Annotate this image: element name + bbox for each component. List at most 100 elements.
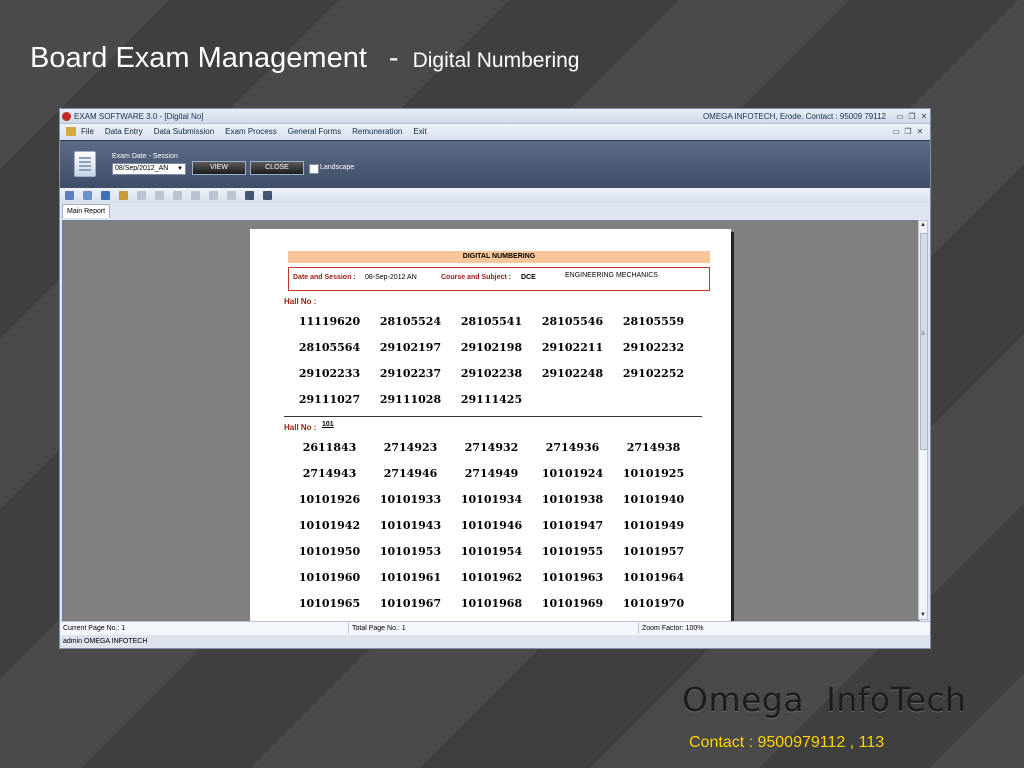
hall-number-cell: 29102252 [622, 367, 685, 380]
session-label: Exam Date - Session [112, 153, 178, 160]
zoom-status: Zoom Factor: 100% [642, 625, 704, 632]
hall-number-cell: 28105564 [298, 341, 361, 354]
stop-icon[interactable] [227, 191, 236, 200]
hall-number-cell: 10101940 [622, 493, 685, 506]
current-page-status: Current Page No.: 1 [63, 625, 126, 632]
report-heading: DIGITAL NUMBERING [288, 251, 710, 263]
date-session-value: 08-Sep-2012 AN [365, 274, 417, 281]
mdi-close-icon[interactable]: ✕ [914, 127, 926, 136]
find-icon[interactable] [245, 191, 254, 200]
hall-number-cell: 2714932 [464, 441, 519, 454]
hall-number-cell: 29102237 [379, 367, 442, 380]
hall-number-cell: 10101964 [622, 571, 685, 584]
hall-number-cell: 2714923 [383, 441, 438, 454]
hall-number-cell: 29102248 [541, 367, 604, 380]
scrollbar-thumb[interactable] [920, 233, 928, 450]
zoom-icon[interactable] [263, 191, 272, 200]
vertical-scrollbar[interactable]: ▲ ≡ ▼ [918, 220, 928, 620]
window-contact: OMEGA INFOTECH, Erode. Contact : 95009 7… [702, 111, 886, 121]
tab-main-report[interactable]: Main Report [62, 204, 111, 218]
next-page-icon[interactable] [173, 191, 182, 200]
brand-name: Omega InfoTech [682, 680, 967, 719]
hall-number-cell: 10101946 [460, 519, 523, 532]
mdi-minimize-icon[interactable]: ▭ [890, 127, 902, 136]
hall-number-cell: 10101963 [541, 571, 604, 584]
scroll-down-icon[interactable]: ▼ [919, 612, 927, 618]
goto-page-icon[interactable] [209, 191, 218, 200]
user-bar: admin OMEGA INFOTECH [60, 635, 930, 648]
hall-number-cell: 10101969 [541, 597, 604, 610]
hall-numbers-grid: 11119620 28105524 28105541 28105546 28105559… [289, 315, 699, 419]
slide-title-separator: - [388, 42, 399, 74]
hall-number-cell: 10101960 [298, 571, 361, 584]
hall-number-cell: 10101925 [622, 467, 685, 480]
slide-title-sub: Digital Numbering [412, 49, 580, 72]
report-info-box: Date and Session : 08-Sep-2012 AN Course… [288, 267, 710, 291]
status-divider [348, 623, 349, 634]
course-subject-label: Course and Subject : [441, 274, 512, 281]
hall-number-cell: 2611843 [302, 441, 357, 454]
hall-number-cell: 29102198 [460, 341, 523, 354]
close-icon[interactable]: ✕ [918, 112, 930, 121]
scroll-up-icon[interactable]: ▲ [919, 222, 927, 228]
hall-number-cell: 10101934 [460, 493, 523, 506]
report-viewer: DIGITAL NUMBERING Date and Session : 08-… [62, 220, 920, 622]
close-button[interactable]: CLOSE [250, 161, 304, 175]
hall-number-cell: 10101924 [541, 467, 604, 480]
hall-number-cell: 10101968 [460, 597, 523, 610]
subject-name: ENGINEERING MECHANICS [565, 272, 658, 279]
menu-file[interactable]: File [81, 127, 94, 136]
contact-line: Contact : 9500979112 , 113 [689, 734, 885, 751]
hall-number-cell: 10101965 [298, 597, 361, 610]
print-icon[interactable] [83, 191, 92, 200]
session-panel: Exam Date - Session 08/Sep/2012_AN ▼ VIE… [60, 140, 930, 188]
hall-number-cell: 10101954 [460, 545, 523, 558]
menu-general-forms[interactable]: General Forms [288, 127, 341, 136]
hall-number-cell: 2714938 [626, 441, 681, 454]
minimize-icon[interactable]: ▭ [894, 112, 906, 121]
session-select[interactable]: 08/Sep/2012_AN ▼ [112, 163, 186, 175]
hall-number-cell: 10101947 [541, 519, 604, 532]
status-bar: Current Page No.: 1 Total Page No.: 1 Zo… [60, 621, 930, 635]
mdi-restore-icon[interactable]: ❐ [902, 127, 914, 136]
tree-icon[interactable] [119, 191, 128, 200]
hall-number-cell: 10101955 [541, 545, 604, 558]
menu-remuneration[interactable]: Remuneration [352, 127, 402, 136]
first-page-icon[interactable] [137, 191, 146, 200]
menu-data-entry[interactable]: Data Entry [105, 127, 143, 136]
hall-number-cell: 10101943 [379, 519, 442, 532]
hall-number-cell: 10101950 [298, 545, 361, 558]
hall-number-cell: 10101942 [298, 519, 361, 532]
hall-number-cell: 10101953 [379, 545, 442, 558]
hall-label: Hall No : [284, 423, 317, 432]
hall-number-cell: 10101933 [379, 493, 442, 506]
landscape-checkbox[interactable] [309, 164, 319, 174]
hall-divider [284, 416, 702, 417]
slide-title-main: Board Exam Management [30, 42, 367, 74]
menu-data-submission[interactable]: Data Submission [154, 127, 214, 136]
report-page: DIGITAL NUMBERING Date and Session : 08-… [250, 229, 731, 621]
last-page-icon[interactable] [191, 191, 200, 200]
hall-number-cell: 10101961 [379, 571, 442, 584]
menu-bar: File Data Entry Data Submission Exam Pro… [60, 124, 930, 139]
restore-icon[interactable]: ❐ [906, 112, 918, 121]
window-title: EXAM SOFTWARE 3.0 - [Digital No] [74, 111, 204, 121]
hall-number-cell: 29102197 [379, 341, 442, 354]
refresh-icon[interactable] [101, 191, 110, 200]
hall-number-cell: 10101970 [622, 597, 685, 610]
previous-page-icon[interactable] [155, 191, 164, 200]
hall-number-cell: 29102232 [622, 341, 685, 354]
report-toolbar [60, 188, 930, 203]
view-button[interactable]: VIEW [192, 161, 246, 175]
hall-number-cell: 10101938 [541, 493, 604, 506]
export-icon[interactable] [65, 191, 74, 200]
menu-exam-process[interactable]: Exam Process [225, 127, 277, 136]
chevron-down-icon: ▼ [177, 166, 183, 172]
hall-number-cell: 10101949 [622, 519, 685, 532]
tab-bar: Main Report [60, 204, 930, 218]
menu-exit[interactable]: Exit [413, 127, 426, 136]
hall-number-cell: 2714943 [302, 467, 357, 480]
session-select-value: 08/Sep/2012_AN [115, 165, 169, 172]
hall-number-cell: 29102233 [298, 367, 361, 380]
hall-number-cell: 10101926 [298, 493, 361, 506]
